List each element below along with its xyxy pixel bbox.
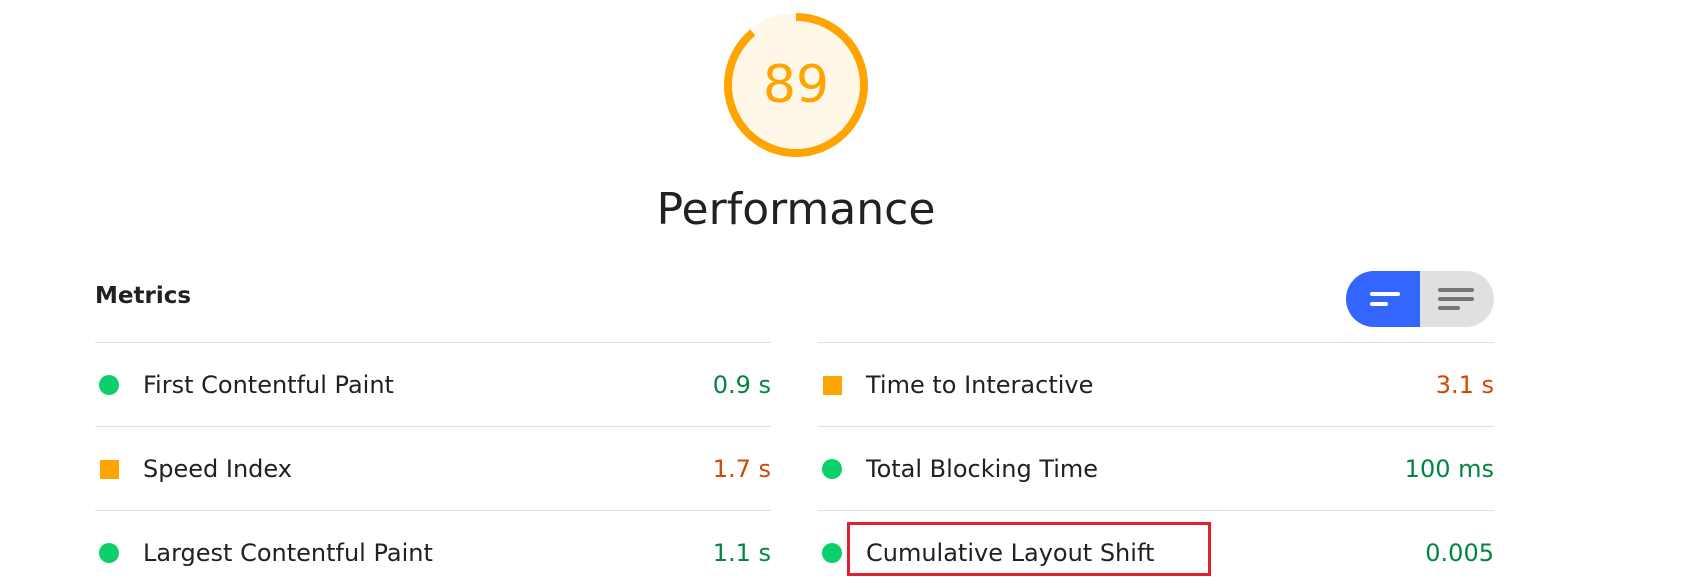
metric-value: 0.9 s: [712, 371, 771, 399]
orange-square-icon: [823, 376, 842, 395]
green-circle-icon: [822, 459, 842, 479]
metric-row-largest-contentful-paint[interactable]: Largest Contentful Paint 1.1 s: [95, 510, 771, 588]
metric-value: 1.1 s: [712, 539, 771, 567]
expanded-view-button[interactable]: [1420, 271, 1494, 327]
metric-row-total-blocking-time[interactable]: Total Blocking Time 100 ms: [818, 426, 1494, 510]
metric-label: Total Blocking Time: [866, 455, 1099, 483]
green-circle-icon: [99, 375, 119, 395]
orange-square-icon: [100, 460, 119, 479]
compact-view-button[interactable]: [1346, 271, 1420, 327]
metrics-column-left: First Contentful Paint 0.9 s Speed Index…: [95, 342, 771, 588]
metric-value: 3.1 s: [1435, 371, 1494, 399]
green-circle-icon: [822, 543, 842, 563]
metric-value: 0.005: [1425, 539, 1494, 567]
metric-row-time-to-interactive[interactable]: Time to Interactive 3.1 s: [818, 342, 1494, 426]
metrics-view-toggle: [1346, 271, 1494, 327]
metric-value: 100 ms: [1404, 455, 1494, 483]
metric-label: Speed Index: [143, 455, 292, 483]
performance-score-gauge[interactable]: 89: [722, 11, 870, 159]
score-value: 89: [762, 55, 830, 115]
metric-value: 1.7 s: [712, 455, 771, 483]
metrics-header: Metrics: [95, 283, 192, 309]
metric-row-speed-index[interactable]: Speed Index 1.7 s: [95, 426, 771, 510]
metric-label: Largest Contentful Paint: [143, 539, 433, 567]
metric-label: First Contentful Paint: [143, 371, 394, 399]
metric-label: Time to Interactive: [866, 371, 1094, 399]
metric-row-first-contentful-paint[interactable]: First Contentful Paint 0.9 s: [95, 342, 771, 426]
highlight-annotation-box: [847, 522, 1211, 576]
category-title: Performance: [656, 184, 936, 235]
lighthouse-report: 89 Performance Metrics First Contentful …: [0, 0, 1702, 588]
green-circle-icon: [99, 543, 119, 563]
